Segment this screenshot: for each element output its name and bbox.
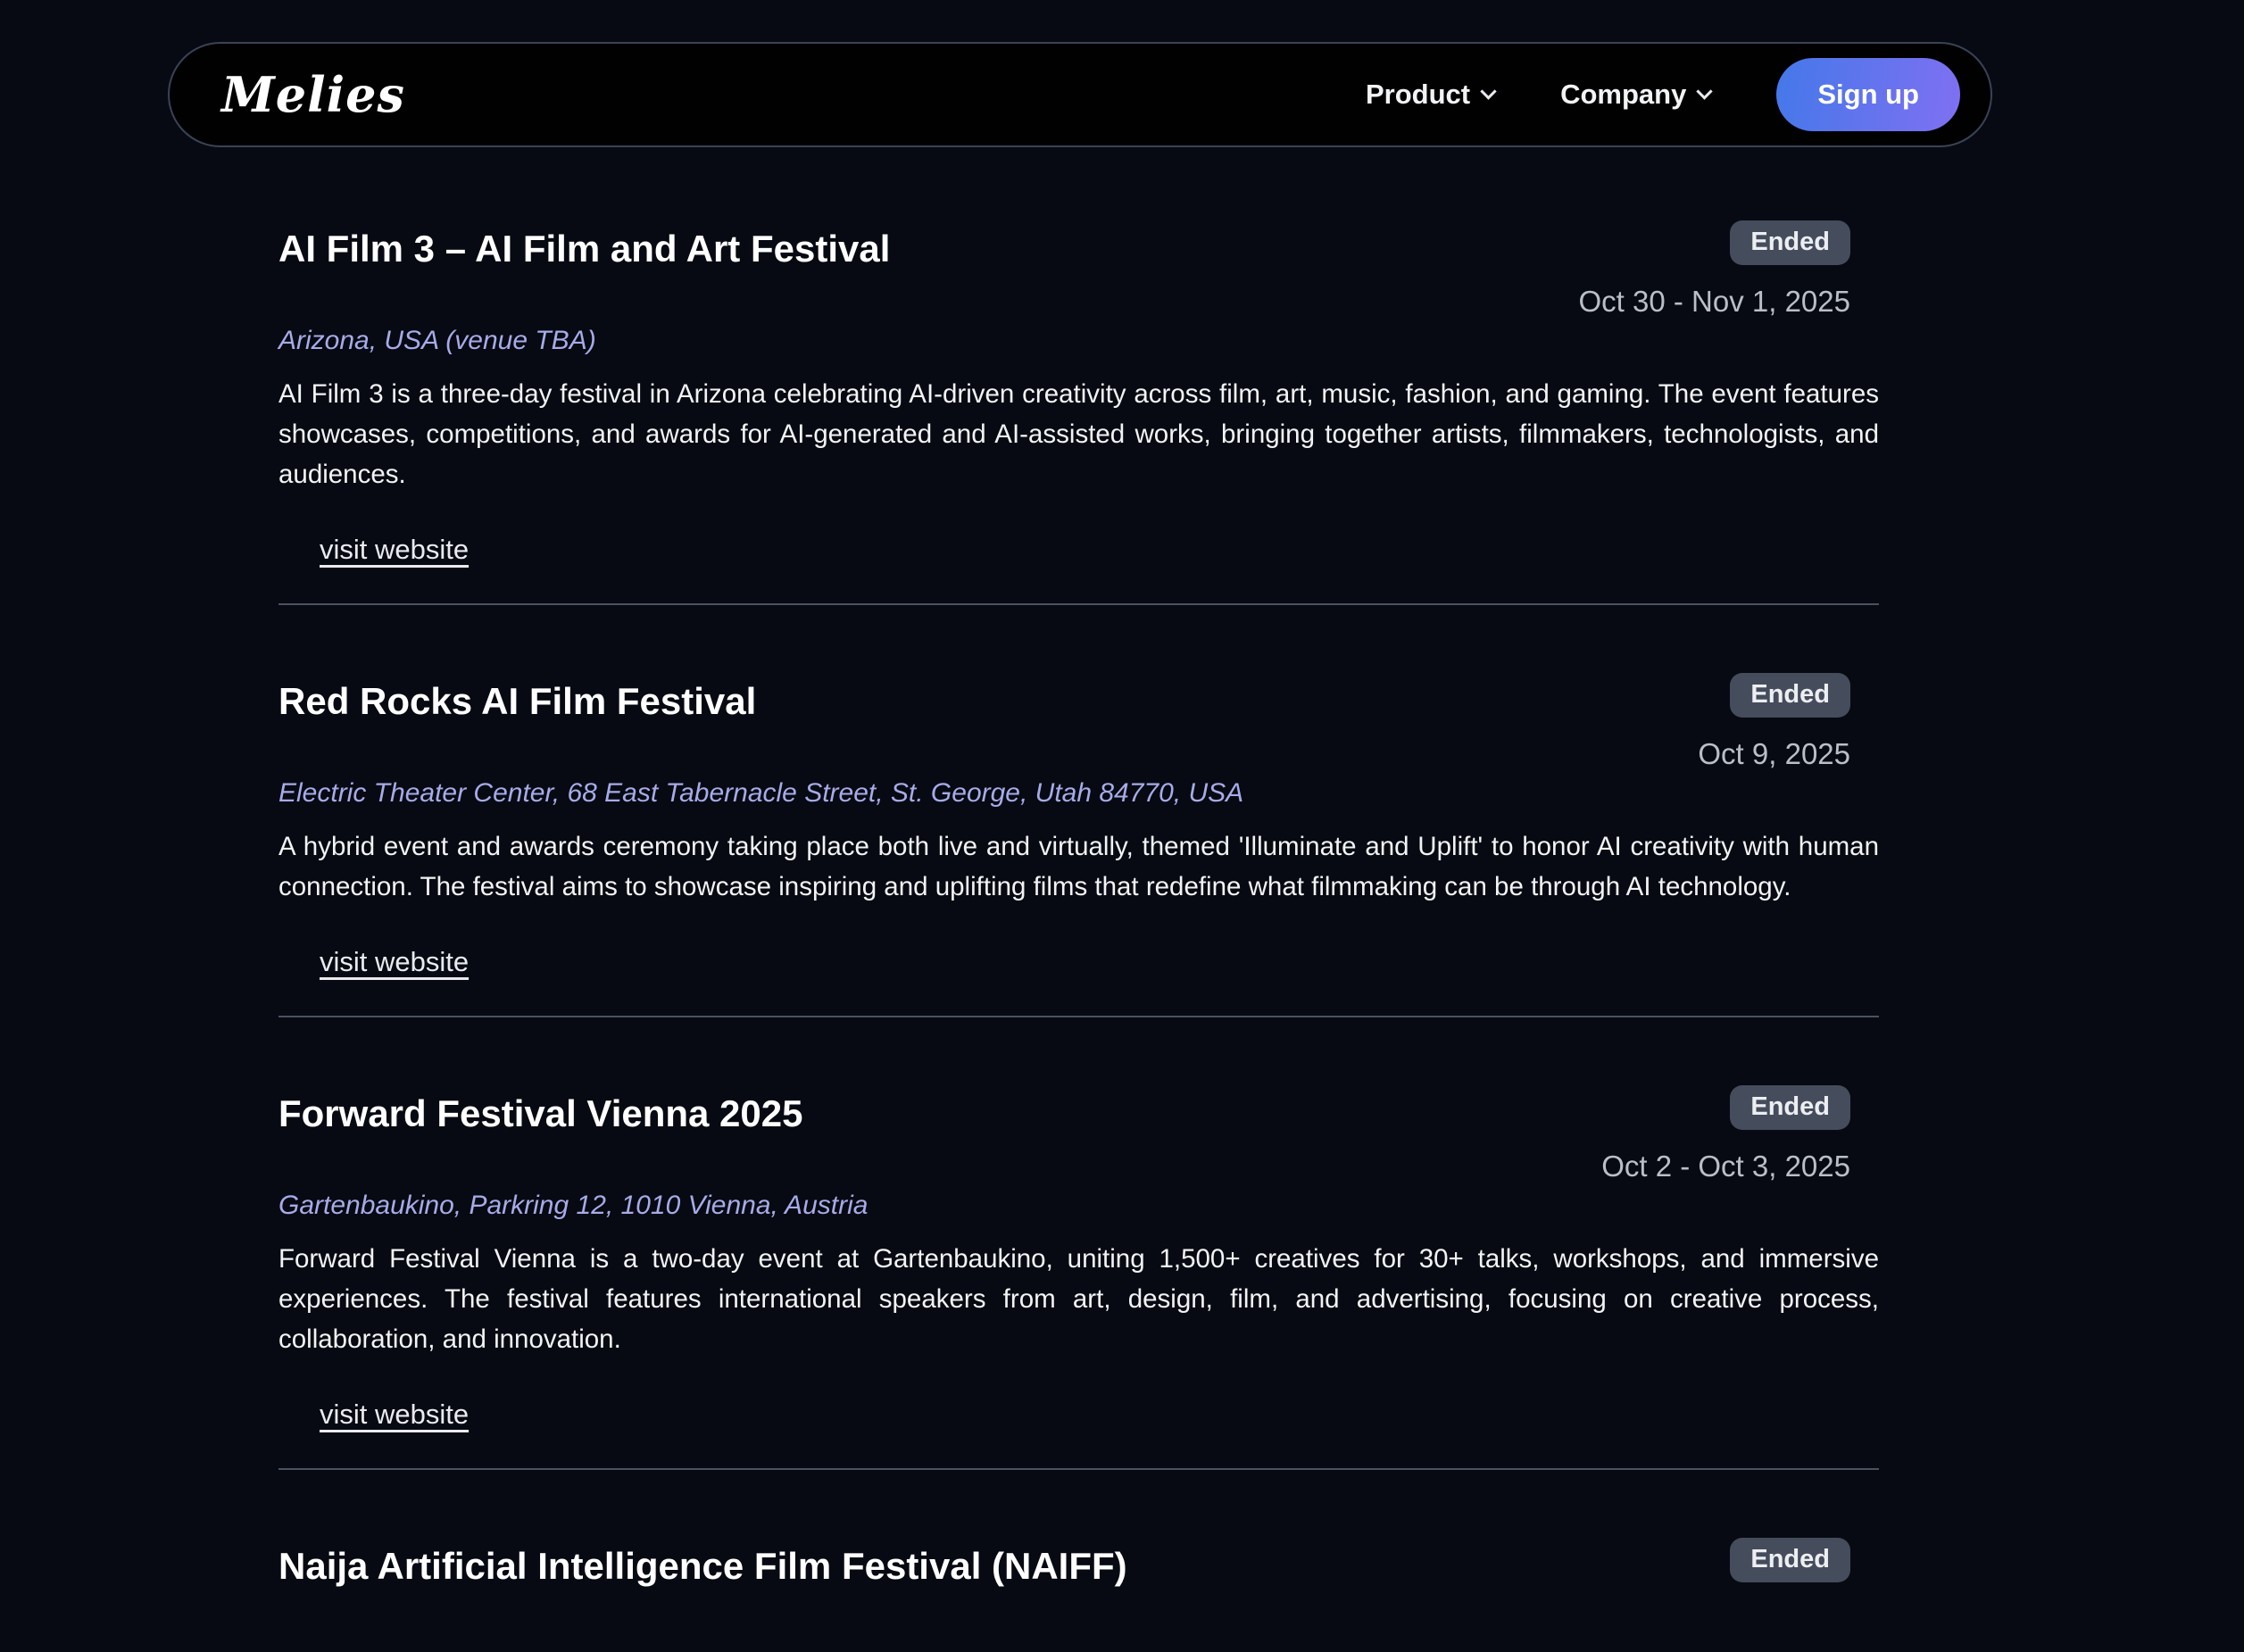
event-description: Forward Festival Vienna is a two-day eve…	[278, 1239, 1879, 1359]
event-meta: Ended	[1730, 1538, 1879, 1582]
event-card: AI Film 3 – AI Film and Art Festival End…	[278, 226, 1879, 605]
event-title: Naija Artificial Intelligence Film Festi…	[278, 1543, 1127, 1588]
nav-item-company[interactable]: Company	[1560, 79, 1710, 111]
event-date: Oct 9, 2025	[1698, 737, 1850, 771]
link-row: visit website	[320, 534, 1879, 566]
event-meta: Ended Oct 2 - Oct 3, 2025	[1601, 1085, 1879, 1183]
visit-website-link[interactable]: visit website	[320, 534, 469, 565]
event-location: Gartenbaukino, Parkring 12, 1010 Vienna,…	[278, 1191, 1879, 1221]
event-card: Naija Artificial Intelligence Film Festi…	[278, 1470, 1879, 1625]
event-meta: Ended Oct 30 - Nov 1, 2025	[1579, 220, 1880, 319]
event-card-header: Red Rocks AI Film Festival Ended Oct 9, …	[278, 678, 1879, 771]
event-card-header: Forward Festival Vienna 2025 Ended Oct 2…	[278, 1091, 1879, 1183]
chevron-down-icon	[1697, 83, 1713, 99]
visit-website-link[interactable]: visit website	[320, 946, 469, 977]
event-card: Red Rocks AI Film Festival Ended Oct 9, …	[278, 605, 1879, 1017]
status-badge: Ended	[1730, 220, 1850, 265]
link-row: visit website	[320, 1399, 1879, 1431]
chevron-down-icon	[1480, 83, 1496, 99]
event-title: Forward Festival Vienna 2025	[278, 1091, 803, 1135]
signup-button[interactable]: Sign up	[1776, 58, 1960, 131]
visit-website-link[interactable]: visit website	[320, 1399, 469, 1430]
status-badge: Ended	[1730, 1538, 1850, 1582]
event-card-header: AI Film 3 – AI Film and Art Festival End…	[278, 226, 1879, 319]
event-location: Electric Theater Center, 68 East Taberna…	[278, 778, 1879, 809]
link-row: visit website	[320, 946, 1879, 978]
navbar: Melies Product Company Sign up	[168, 42, 1992, 147]
event-description: AI Film 3 is a three-day festival in Ari…	[278, 374, 1879, 494]
brand-logo[interactable]: Melies	[221, 66, 405, 123]
event-meta: Ended Oct 9, 2025	[1698, 673, 1879, 771]
status-badge: Ended	[1730, 1085, 1850, 1130]
event-card-header: Naija Artificial Intelligence Film Festi…	[278, 1543, 1879, 1588]
event-list: AI Film 3 – AI Film and Art Festival End…	[278, 147, 1879, 1625]
status-badge: Ended	[1730, 673, 1850, 718]
event-date: Oct 2 - Oct 3, 2025	[1601, 1150, 1850, 1183]
event-date: Oct 30 - Nov 1, 2025	[1579, 285, 1851, 319]
event-location: Arizona, USA (venue TBA)	[278, 326, 1879, 356]
event-description: A hybrid event and awards ceremony takin…	[278, 826, 1879, 907]
event-title: Red Rocks AI Film Festival	[278, 678, 756, 723]
event-card: Forward Festival Vienna 2025 Ended Oct 2…	[278, 1017, 1879, 1470]
nav-item-product[interactable]: Product	[1366, 79, 1494, 111]
nav-item-company-label: Company	[1560, 79, 1686, 111]
nav-item-product-label: Product	[1366, 79, 1470, 111]
nav-menu: Product Company Sign up	[1366, 58, 1960, 131]
event-title: AI Film 3 – AI Film and Art Festival	[278, 226, 890, 270]
